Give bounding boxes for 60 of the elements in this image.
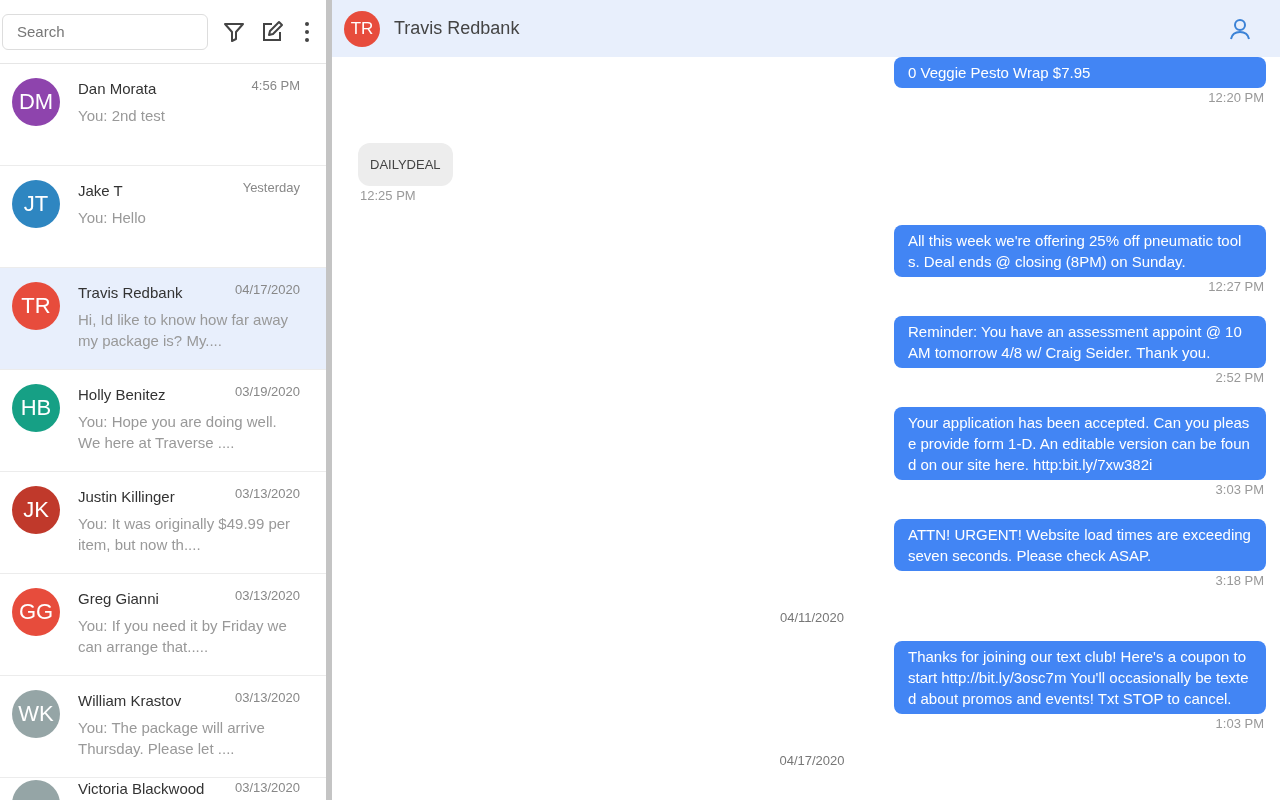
- search-field[interactable]: Search: [2, 13, 208, 50]
- message-time: 3:03 PM: [1214, 482, 1265, 497]
- avatar: JK: [12, 486, 60, 534]
- message-bubble: Your application has been accepted. Can you please provide form 1-D. An editable version can be found on our site here. http:bit.ly/7xw382i: [894, 407, 1266, 480]
- message-bubble: All this week we're offering 25% off pneumatic tools. Deal ends @ closing (8PM) on Sunday.: [894, 225, 1266, 277]
- conversation-item[interactable]: JK Justin Killinger 03/13/2020 You: It was originally $49.99 per item, but now th....: [0, 472, 326, 574]
- message-bubble: DAILYDEAL: [358, 143, 453, 186]
- contact-name: Travis Redbank: [394, 18, 521, 39]
- person-icon[interactable]: [1228, 16, 1252, 41]
- contact-name: Holly Benitez: [78, 386, 166, 403]
- contact-name: Justin Killinger: [78, 488, 175, 505]
- conversation-item[interactable]: Victoria Blackwood 03/13/2020: [0, 778, 326, 800]
- message-preview: You: 2nd test: [78, 106, 167, 126]
- contact-name: Greg Gianni: [78, 590, 159, 607]
- message-preview: You: If you need it by Friday we can arrange that.....: [78, 616, 288, 657]
- message-preview: You: It was originally $49.99 per item, but now th....: [78, 514, 292, 555]
- conversation-time: 04/17/2020: [234, 282, 300, 297]
- avatar: GG: [12, 588, 60, 636]
- avatar: TR: [344, 10, 380, 47]
- message-bubble: Reminder: You have an assessment appoint @ 10 AM tomorrow 4/8 w/ Craig Seider. Thank you.: [894, 316, 1266, 368]
- contact-name: Jake T: [78, 182, 123, 199]
- avatar: TR: [12, 282, 60, 330]
- scrollbar[interactable]: [326, 0, 332, 800]
- conversation-item[interactable]: HB Holly Benitez 03/19/2020 You: Hope you are doing well. We here at Traverse ....: [0, 370, 326, 472]
- date-divider: 04/11/2020: [779, 610, 845, 625]
- conversation-item[interactable]: DM Dan Morata 4:56 PM You: 2nd test: [0, 64, 326, 166]
- date-divider: 04/17/2020: [779, 753, 845, 768]
- message-time: 1:03 PM: [1214, 716, 1265, 731]
- contact-name: William Krastov: [78, 692, 182, 709]
- message-bubble: 0 Veggie Pesto Wrap $7.95: [894, 57, 1266, 88]
- message-preview: You: The package will arrive Thursday. Please let ....: [78, 718, 266, 759]
- message-preview: You: Hope you are doing well. We here at Traverse ....: [78, 412, 278, 453]
- message-time: 12:20 PM: [1207, 90, 1265, 105]
- contact-name: Travis Redbank: [78, 284, 183, 301]
- message-time: 12:25 PM: [359, 188, 417, 203]
- contact-name: Victoria Blackwood: [78, 780, 205, 797]
- conversation-time: 03/19/2020: [234, 384, 300, 399]
- avatar: HB: [12, 384, 60, 432]
- message-preview: You: Hello: [78, 208, 147, 228]
- message-time: 12:27 PM: [1207, 279, 1265, 294]
- conversation-item[interactable]: TR Travis Redbank 04/17/2020 Hi, Id like to know how far away my package is? My....: [0, 268, 326, 370]
- conversation-time: 03/13/2020: [234, 486, 300, 501]
- conversation-time: 03/13/2020: [234, 690, 300, 705]
- conversation-time: 03/13/2020: [234, 780, 300, 795]
- contact-name: Dan Morata: [78, 80, 157, 97]
- message-preview: Hi, Id like to know how far away my package is? My....: [78, 310, 290, 351]
- message-time: 3:18 PM: [1214, 573, 1265, 588]
- conversation-time: 03/13/2020: [234, 588, 300, 603]
- compose-icon[interactable]: [260, 19, 284, 44]
- conversation-item[interactable]: WK William Krastov 03/13/2020 You: The package will arrive Thursday. Please let ....: [0, 676, 326, 778]
- conversation-time: Yesterday: [242, 180, 300, 195]
- conversation-time: 4:56 PM: [251, 78, 300, 93]
- message-time: 2:52 PM: [1214, 370, 1265, 385]
- avatar: JT: [12, 180, 60, 228]
- avatar: WK: [12, 690, 60, 738]
- message-bubble: Thanks for joining our text club! Here's a coupon to start http://bit.ly/3osc7m You'll occasionally be texted about promos and events! Txt STOP to cancel.: [894, 641, 1266, 714]
- more-icon[interactable]: [304, 20, 310, 43]
- message-bubble: ATTN! URGENT! Website load times are exceeding seven seconds. Please check ASAP.: [894, 519, 1266, 571]
- avatar: DM: [12, 78, 60, 126]
- conversation-item[interactable]: GG Greg Gianni 03/13/2020 You: If you need it by Friday we can arrange that.....: [0, 574, 326, 676]
